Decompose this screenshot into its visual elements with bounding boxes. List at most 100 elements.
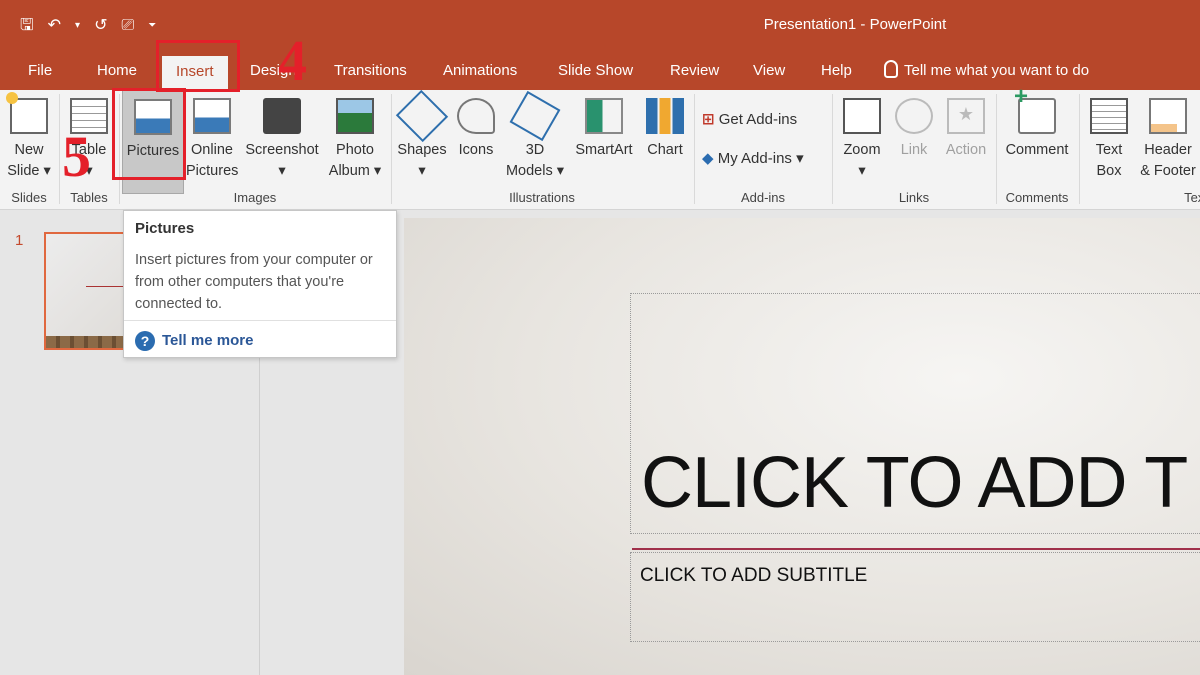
my-addins-label: My Add-ins ▾ bbox=[717, 150, 804, 167]
online-pictures-label: Online bbox=[191, 142, 233, 158]
step-5-label: 5 bbox=[62, 124, 91, 189]
text-box-label-2: Box bbox=[1096, 163, 1122, 179]
tooltip-divider bbox=[124, 320, 396, 321]
new-slide-icon bbox=[6, 92, 48, 134]
cube-icon bbox=[509, 90, 561, 142]
pictures-tooltip: Pictures Insert pictures from your compu… bbox=[123, 210, 397, 358]
tab-help[interactable]: Help bbox=[821, 52, 852, 90]
tell-me-search[interactable]: Tell me what you want to do bbox=[884, 52, 1089, 90]
3d-models-label-2: Models ▾ bbox=[505, 163, 565, 179]
star-icon: ★ bbox=[947, 98, 985, 134]
comment-label: Comment bbox=[1005, 142, 1069, 158]
shapes-label: Shapes bbox=[397, 142, 447, 158]
screenshot-dropdown-label: ▾ bbox=[278, 163, 286, 179]
group-label-addins: Add-ins bbox=[740, 190, 786, 205]
header-footer-button[interactable]: Header & Footer bbox=[1136, 90, 1200, 194]
ribbon-separator bbox=[996, 94, 997, 204]
zoom-dropdown-label: ▾ bbox=[858, 163, 866, 179]
lightbulb-icon bbox=[884, 60, 898, 78]
new-slide-button[interactable]: New Slide ▾ bbox=[4, 90, 54, 194]
action-button[interactable]: ★ Action bbox=[940, 90, 992, 194]
chart-button[interactable]: Chart bbox=[640, 90, 690, 194]
link-button[interactable]: Link bbox=[890, 90, 938, 194]
zoom-icon bbox=[843, 98, 881, 134]
tab-view[interactable]: View bbox=[753, 52, 785, 90]
photo-album-label: Photo bbox=[336, 142, 374, 158]
group-label-slides: Slides bbox=[11, 190, 47, 205]
window-title: Presentation1 - PowerPoint bbox=[763, 16, 947, 33]
help-icon: ? bbox=[135, 331, 155, 351]
get-addins-button[interactable]: ⊞ Get Add-ins bbox=[702, 110, 797, 128]
tab-home[interactable]: Home bbox=[97, 52, 137, 90]
comment-button[interactable]: Comment bbox=[999, 86, 1075, 194]
photo-album-button[interactable]: Photo Album ▾ bbox=[324, 90, 386, 194]
tab-review[interactable]: Review bbox=[670, 52, 719, 90]
insert-tab-highlight bbox=[156, 40, 240, 92]
text-box-icon bbox=[1090, 98, 1128, 134]
group-label-illustrations: Illustrations bbox=[509, 190, 575, 205]
title-placeholder-text: CLICK TO ADD T bbox=[641, 443, 1188, 523]
group-label-comments: Comments bbox=[1005, 190, 1069, 205]
header-footer-label-2: & Footer bbox=[1140, 163, 1196, 179]
online-pictures-button[interactable]: Online Pictures bbox=[186, 90, 238, 194]
step-4-label: 4 bbox=[278, 28, 307, 93]
new-comment-icon bbox=[1014, 86, 1056, 134]
group-label-images: Images bbox=[233, 190, 277, 205]
tab-file[interactable]: File bbox=[28, 52, 52, 90]
photo-album-icon bbox=[336, 98, 374, 134]
zoom-button[interactable]: Zoom ▾ bbox=[836, 90, 888, 194]
group-label-links: Links bbox=[898, 190, 930, 205]
text-box-button[interactable]: Text Box bbox=[1084, 90, 1134, 194]
text-box-label: Text bbox=[1095, 142, 1123, 158]
3d-models-button[interactable]: 3D Models ▾ bbox=[502, 90, 568, 194]
zoom-label: Zoom bbox=[843, 142, 881, 158]
ribbon-separator bbox=[391, 94, 392, 204]
icons-label: Icons bbox=[458, 142, 494, 158]
online-pictures-icon bbox=[193, 98, 231, 134]
new-slide-label-2: Slide ▾ bbox=[7, 163, 51, 179]
smartart-icon bbox=[585, 98, 623, 134]
photo-album-label-2: Album ▾ bbox=[328, 163, 382, 179]
ribbon-separator bbox=[832, 94, 833, 204]
tell-me-label: Tell me what you want to do bbox=[904, 62, 1090, 79]
title-underline bbox=[632, 548, 1200, 550]
group-label-text: Text bbox=[1184, 190, 1200, 205]
action-label: Action bbox=[945, 142, 987, 158]
tab-animations[interactable]: Animations bbox=[443, 52, 517, 90]
ribbon-separator bbox=[1079, 94, 1080, 204]
slide-canvas: CLICK TO ADD T CLICK TO ADD SUBTITLE bbox=[261, 210, 1200, 675]
screenshot-label: Screenshot bbox=[245, 142, 319, 158]
pictures-button-highlight bbox=[112, 88, 186, 180]
icons-icon bbox=[457, 98, 495, 134]
subtitle-placeholder[interactable]: CLICK TO ADD SUBTITLE bbox=[630, 552, 1200, 642]
screenshot-button[interactable]: Screenshot ▾ bbox=[240, 90, 324, 194]
ribbon-separator bbox=[59, 94, 60, 204]
store-icon: ⊞ bbox=[702, 111, 715, 128]
camera-icon bbox=[263, 98, 301, 134]
header-footer-icon bbox=[1149, 98, 1187, 134]
get-addins-label: Get Add-ins bbox=[718, 111, 798, 128]
link-icon bbox=[895, 98, 933, 134]
slide[interactable]: CLICK TO ADD T CLICK TO ADD SUBTITLE bbox=[404, 218, 1200, 675]
chart-icon bbox=[646, 98, 684, 134]
link-label: Link bbox=[900, 142, 928, 158]
tooltip-title: Pictures bbox=[135, 220, 195, 237]
tab-transitions[interactable]: Transitions bbox=[334, 52, 407, 90]
group-label-tables: Tables bbox=[70, 190, 108, 205]
smartart-label: SmartArt bbox=[575, 142, 633, 158]
smartart-button[interactable]: SmartArt bbox=[570, 90, 638, 194]
shapes-button[interactable]: Shapes ▾ bbox=[394, 89, 450, 194]
3d-models-label: 3D bbox=[525, 142, 545, 158]
tab-slide-show[interactable]: Slide Show bbox=[558, 52, 633, 90]
shapes-icon bbox=[395, 89, 449, 143]
icons-button[interactable]: Icons bbox=[452, 90, 500, 194]
subtitle-placeholder-text: CLICK TO ADD SUBTITLE bbox=[640, 565, 868, 586]
shapes-dropdown-label: ▾ bbox=[418, 163, 426, 179]
my-addins-button[interactable]: ◆ My Add-ins ▾ bbox=[702, 149, 804, 167]
new-slide-label: New bbox=[14, 142, 44, 158]
tooltip-description: Insert pictures from your computer or fr… bbox=[135, 252, 373, 312]
online-pictures-label-2: Pictures bbox=[186, 163, 239, 179]
tell-me-more-link[interactable]: Tell me more bbox=[162, 332, 253, 349]
title-placeholder[interactable]: CLICK TO ADD T bbox=[630, 293, 1200, 534]
ribbon-separator bbox=[694, 94, 695, 204]
